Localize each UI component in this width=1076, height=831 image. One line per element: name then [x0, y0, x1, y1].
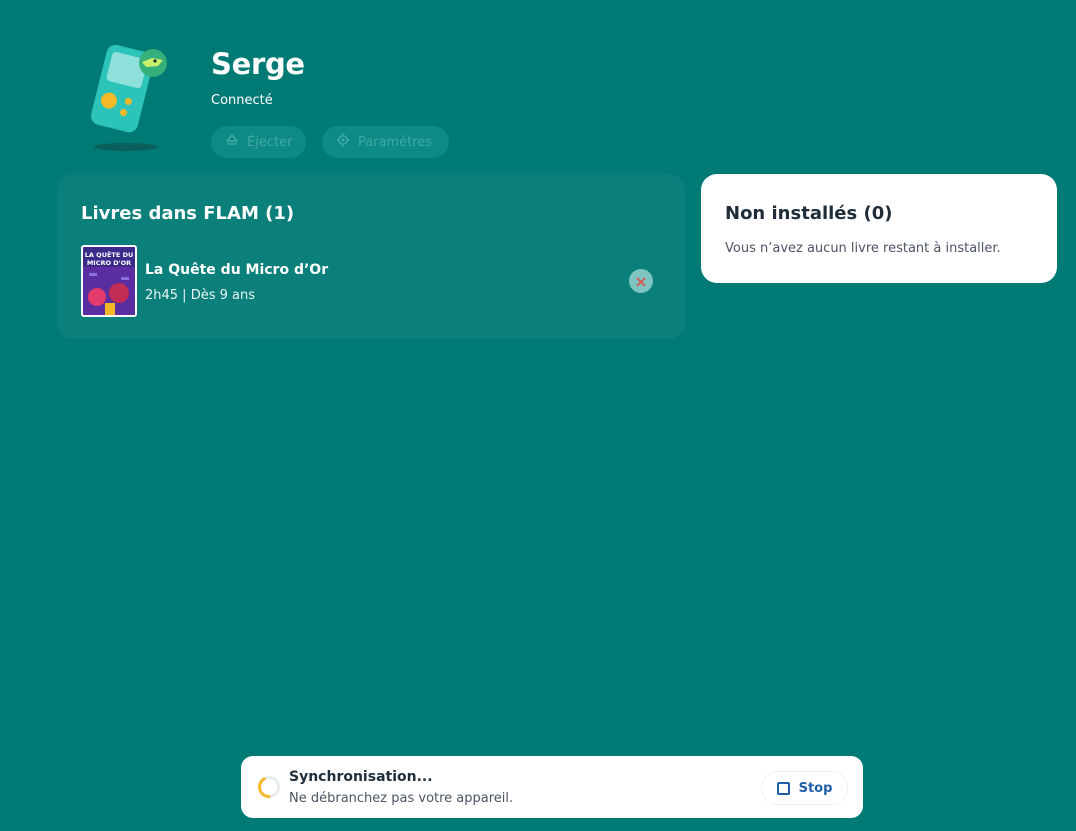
gear-icon [336, 133, 350, 151]
sync-title: Synchronisation... [289, 769, 433, 785]
stop-icon [776, 781, 790, 795]
settings-button[interactable]: Paramètres [322, 126, 449, 158]
device-name: Serge [211, 47, 305, 81]
book-meta: 2h45 | Dès 9 ans [145, 288, 255, 303]
svg-text:MICRO D'OR: MICRO D'OR [87, 259, 131, 267]
close-icon [636, 272, 646, 291]
installed-books-card: Livres dans FLAM (1) LA QUÊTE DU MICRO D… [57, 174, 685, 339]
device-status: Connecté [211, 93, 273, 108]
eject-icon [225, 133, 239, 151]
pending-books-card: Non installés (0) Vous n’avez aucun livr… [701, 174, 1057, 283]
sync-status-bar: Synchronisation... Ne débranchez pas vot… [241, 756, 863, 818]
settings-label: Paramètres [358, 134, 433, 150]
pending-books-message: Vous n’avez aucun livre restant à instal… [725, 241, 1001, 256]
installed-books-title: Livres dans FLAM (1) [81, 203, 295, 224]
stop-button[interactable]: Stop [762, 772, 847, 804]
svg-text:LA QUÊTE DU: LA QUÊTE DU [85, 250, 134, 259]
pending-books-title: Non installés (0) [725, 203, 893, 224]
sync-subtitle: Ne débranchez pas votre appareil. [289, 791, 514, 806]
eject-label: Éjecter [247, 134, 293, 150]
book-title: La Quête du Micro d’Or [145, 262, 329, 278]
device-illustration [84, 40, 180, 152]
book-row[interactable]: LA QUÊTE DU MICRO D'OR La Quête du Micro… [81, 245, 661, 317]
book-cover: LA QUÊTE DU MICRO D'OR [81, 245, 137, 317]
remove-book-button[interactable] [629, 269, 653, 293]
stop-label: Stop [798, 780, 833, 796]
spinner-icon [257, 775, 281, 799]
eject-button[interactable]: Éjecter [211, 126, 306, 158]
